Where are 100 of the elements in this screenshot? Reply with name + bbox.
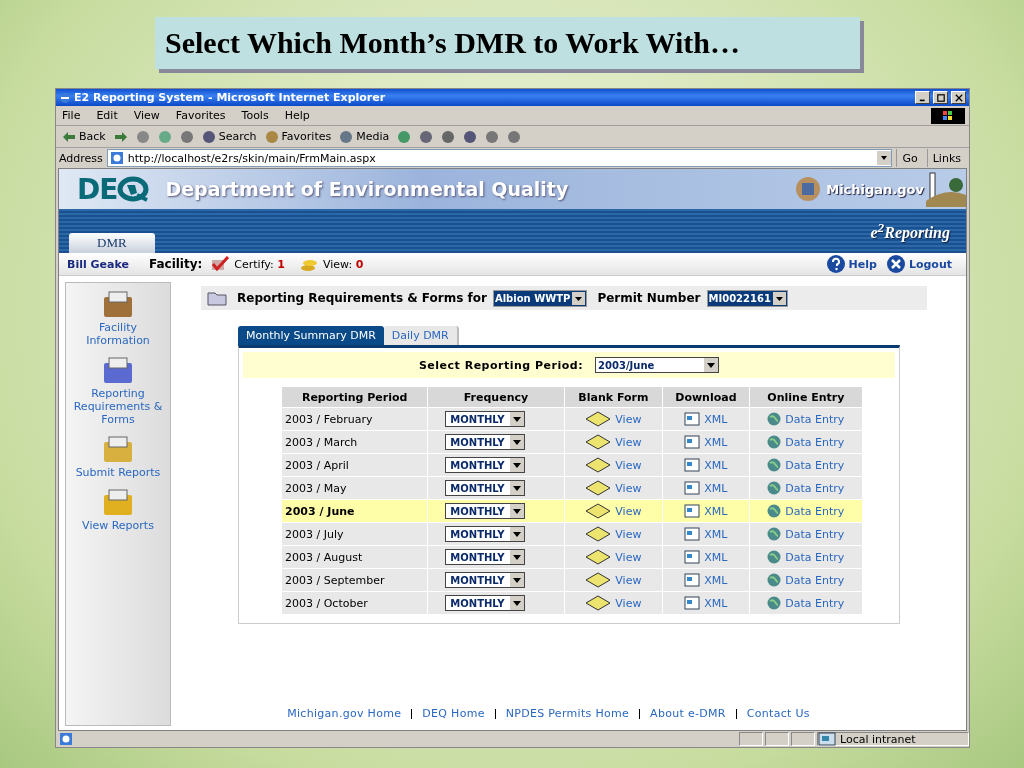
globe-icon [767,550,782,564]
deq-logo: DE [77,172,118,206]
sidebar-link[interactable]: Submit Reports [75,466,161,479]
document-icon [684,596,701,610]
view-link[interactable]: View [615,573,642,587]
column-header: Reporting Period [282,387,428,407]
view-link[interactable]: View [615,504,642,518]
address-field[interactable]: http://localhost/e2rs/skin/main/FrmMain.aspx [106,149,893,167]
period-cell: 2003 / March [282,431,428,453]
window-title: E2 Reporting System - Microsoft Internet Explorer [74,91,386,104]
menu-item[interactable]: Tools [241,109,269,122]
menu-item[interactable]: Help [284,109,310,122]
view-link[interactable]: View [615,458,642,472]
document-icon [684,412,701,426]
view-link[interactable]: View [615,596,642,610]
toolbar-button[interactable]: Favorites [262,129,334,144]
xml-link[interactable]: XML [704,435,728,449]
document-icon [684,458,701,472]
form-icon [585,595,612,611]
dmr-tab[interactable]: DMR [69,233,155,253]
windows-logo-icon [931,107,965,124]
browser-icon [59,91,71,104]
frequency-select[interactable]: MONTHLY [445,503,526,519]
dropdown-icon [877,151,892,165]
permit-select[interactable]: MI0022161 [706,289,788,307]
view-link[interactable]: View [615,550,642,564]
period-cell: 2003 / August [282,546,428,568]
footer-link[interactable]: DEQ Home [422,707,485,720]
view-link[interactable]: View [615,527,642,541]
xml-link[interactable]: XML [704,458,728,472]
xml-link[interactable]: XML [704,596,728,610]
close-button[interactable] [951,91,966,104]
globe-icon [767,527,782,541]
form-icon [585,549,612,565]
xml-link[interactable]: XML [704,573,728,587]
menu-item[interactable]: Favorites [175,109,226,122]
footer-link[interactable]: Michigan.gov Home [287,707,402,720]
user-name: Bill Geake [67,257,129,271]
tab[interactable]: Monthly Summary DMR [238,326,384,345]
logout-icon [886,255,905,273]
menu-item[interactable]: View [133,109,160,122]
period-cell: 2003 / February [282,408,428,430]
footer-link[interactable]: Contact Us [746,707,810,720]
form-icon [585,434,612,450]
globe-icon [767,412,782,426]
document-icon [684,550,701,564]
help-icon [826,255,845,273]
sidebar-link[interactable]: Facility Information [66,321,170,347]
toolbar-button[interactable]: Back [60,129,108,144]
facility-select[interactable]: Albion WWTP [492,289,588,307]
address-label: Address [59,151,103,165]
globe-icon [767,458,782,472]
frequency-select[interactable]: MONTHLY [445,411,526,427]
globe-icon [767,573,782,587]
frequency-select[interactable]: MONTHLY [445,480,526,496]
xml-link[interactable]: XML [704,504,728,518]
sidebar-link[interactable]: Reporting Requirements & Forms [66,387,170,426]
sidebar-link[interactable]: View Reports [82,519,154,532]
view-link[interactable]: View: 0 [322,257,364,271]
column-header: Frequency [428,387,564,407]
view-link[interactable]: View [615,412,642,426]
footer-link[interactable]: About e-DMR [650,707,726,720]
certify-link[interactable]: Certify: 1 [234,257,285,271]
forward-icon [113,129,128,144]
document-icon [684,527,701,541]
menu-item[interactable]: Edit [96,109,118,122]
period-cell: 2003 / May [282,477,428,499]
frequency-select[interactable]: MONTHLY [445,595,526,611]
view-link[interactable]: View [615,435,642,449]
frequency-select[interactable]: MONTHLY [445,457,526,473]
frequency-select[interactable]: MONTHLY [445,526,526,542]
period-label: Select Reporting Period: [418,358,584,372]
view-link[interactable]: View [615,481,642,495]
maximize-icon [936,93,945,102]
toolbar-button[interactable]: Media [337,129,392,144]
period-cell: 2003 / April [282,454,428,476]
maximize-button[interactable] [933,91,948,104]
form-icon [585,411,612,427]
checkmark-icon [210,256,231,272]
frequency-select[interactable]: MONTHLY [445,549,526,565]
document-icon [684,504,701,518]
tab[interactable]: Daily DMR [383,326,459,345]
xml-link[interactable]: XML [704,412,728,426]
frequency-select[interactable]: MONTHLY [445,572,526,588]
xml-link[interactable]: XML [704,527,728,541]
document-icon [684,481,701,495]
menu-item[interactable]: File [62,109,81,122]
frequency-select[interactable]: MONTHLY [445,434,526,450]
toolbar-button[interactable]: Search [199,129,259,144]
help-link[interactable]: Help [848,257,877,271]
close-icon [954,93,963,102]
xml-link[interactable]: XML [704,481,728,495]
footer-link[interactable]: NPDES Permits Home [505,707,630,720]
period-select[interactable]: 2003/June [595,357,720,373]
xml-link[interactable]: XML [704,550,728,564]
document-icon [684,435,701,449]
minimize-button[interactable] [915,91,930,104]
network-icon [818,732,836,746]
logout-link[interactable]: Logout [908,257,952,271]
period-cell: 2003 / June [282,500,428,522]
